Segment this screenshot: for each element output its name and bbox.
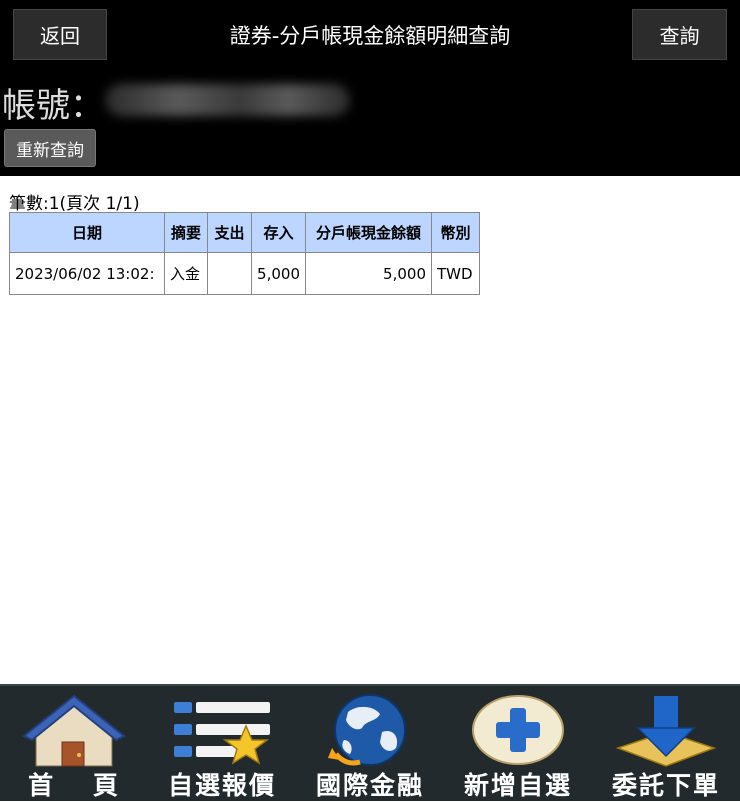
account-label: 帳號： bbox=[2, 86, 104, 126]
tab-watchlist-quotes[interactable]: 自選報價 bbox=[148, 686, 296, 801]
tab-international-finance[interactable]: 國際金融 bbox=[296, 686, 444, 801]
requery-button[interactable]: 重新查詢 bbox=[4, 129, 96, 167]
cell-currency: TWD bbox=[431, 252, 480, 295]
table-row: 2023/06/02 13:02: 入金 5,000 5,000 TWD bbox=[9, 252, 480, 295]
tab-watchlist-label: 自選報價 bbox=[167, 771, 276, 800]
add-plus-icon bbox=[472, 695, 564, 765]
page-title: 證券-分戶帳現金餘額明細查詢 bbox=[229, 23, 511, 48]
top-header: 返回 證券-分戶帳現金餘額明細查詢 查詢 帳號： 重新查詢 bbox=[0, 0, 740, 176]
tab-international-label: 國際金融 bbox=[315, 771, 424, 800]
cell-deposit: 5,000 bbox=[251, 252, 306, 295]
order-download-icon bbox=[615, 696, 717, 767]
back-button[interactable]: 返回 bbox=[13, 9, 107, 60]
cash-balance-table: 日期 摘要 支出 存入 分戶帳現金餘額 幣別 2023/06/02 13:02:… bbox=[9, 212, 480, 295]
tab-place-order-label: 委託下單 bbox=[611, 771, 720, 800]
col-date: 日期 bbox=[9, 212, 165, 253]
cell-expense bbox=[207, 252, 252, 295]
tab-home-label: 首 頁 bbox=[28, 771, 120, 800]
col-balance: 分戶帳現金餘額 bbox=[305, 212, 432, 253]
watchlist-star-icon bbox=[174, 702, 270, 765]
tab-add-watchlist[interactable]: 新增自選 bbox=[444, 686, 592, 801]
col-currency: 幣別 bbox=[431, 212, 480, 253]
home-icon bbox=[22, 694, 126, 767]
tab-place-order[interactable]: 委託下單 bbox=[592, 686, 740, 801]
cell-date: 2023/06/02 13:02: bbox=[9, 252, 165, 295]
cell-balance: 5,000 bbox=[305, 252, 432, 295]
col-expense: 支出 bbox=[207, 212, 252, 253]
col-summary: 摘要 bbox=[164, 212, 208, 253]
query-button[interactable]: 查詢 bbox=[632, 9, 727, 60]
cell-summary: 入金 bbox=[164, 252, 208, 295]
table-header-row: 日期 摘要 支出 存入 分戶帳現金餘額 幣別 bbox=[9, 212, 480, 253]
tab-add-watchlist-label: 新增自選 bbox=[463, 771, 572, 800]
record-count: 筆數:1(頁次 1/1) bbox=[9, 194, 140, 214]
account-number-redacted bbox=[105, 84, 350, 116]
globe-icon bbox=[328, 694, 406, 766]
col-deposit: 存入 bbox=[251, 212, 306, 253]
tab-home[interactable]: 首 頁 bbox=[0, 686, 148, 801]
bottom-tab-bar: 首 頁 自選報價 國際金融 新增自選 委託下單 bbox=[0, 684, 740, 801]
